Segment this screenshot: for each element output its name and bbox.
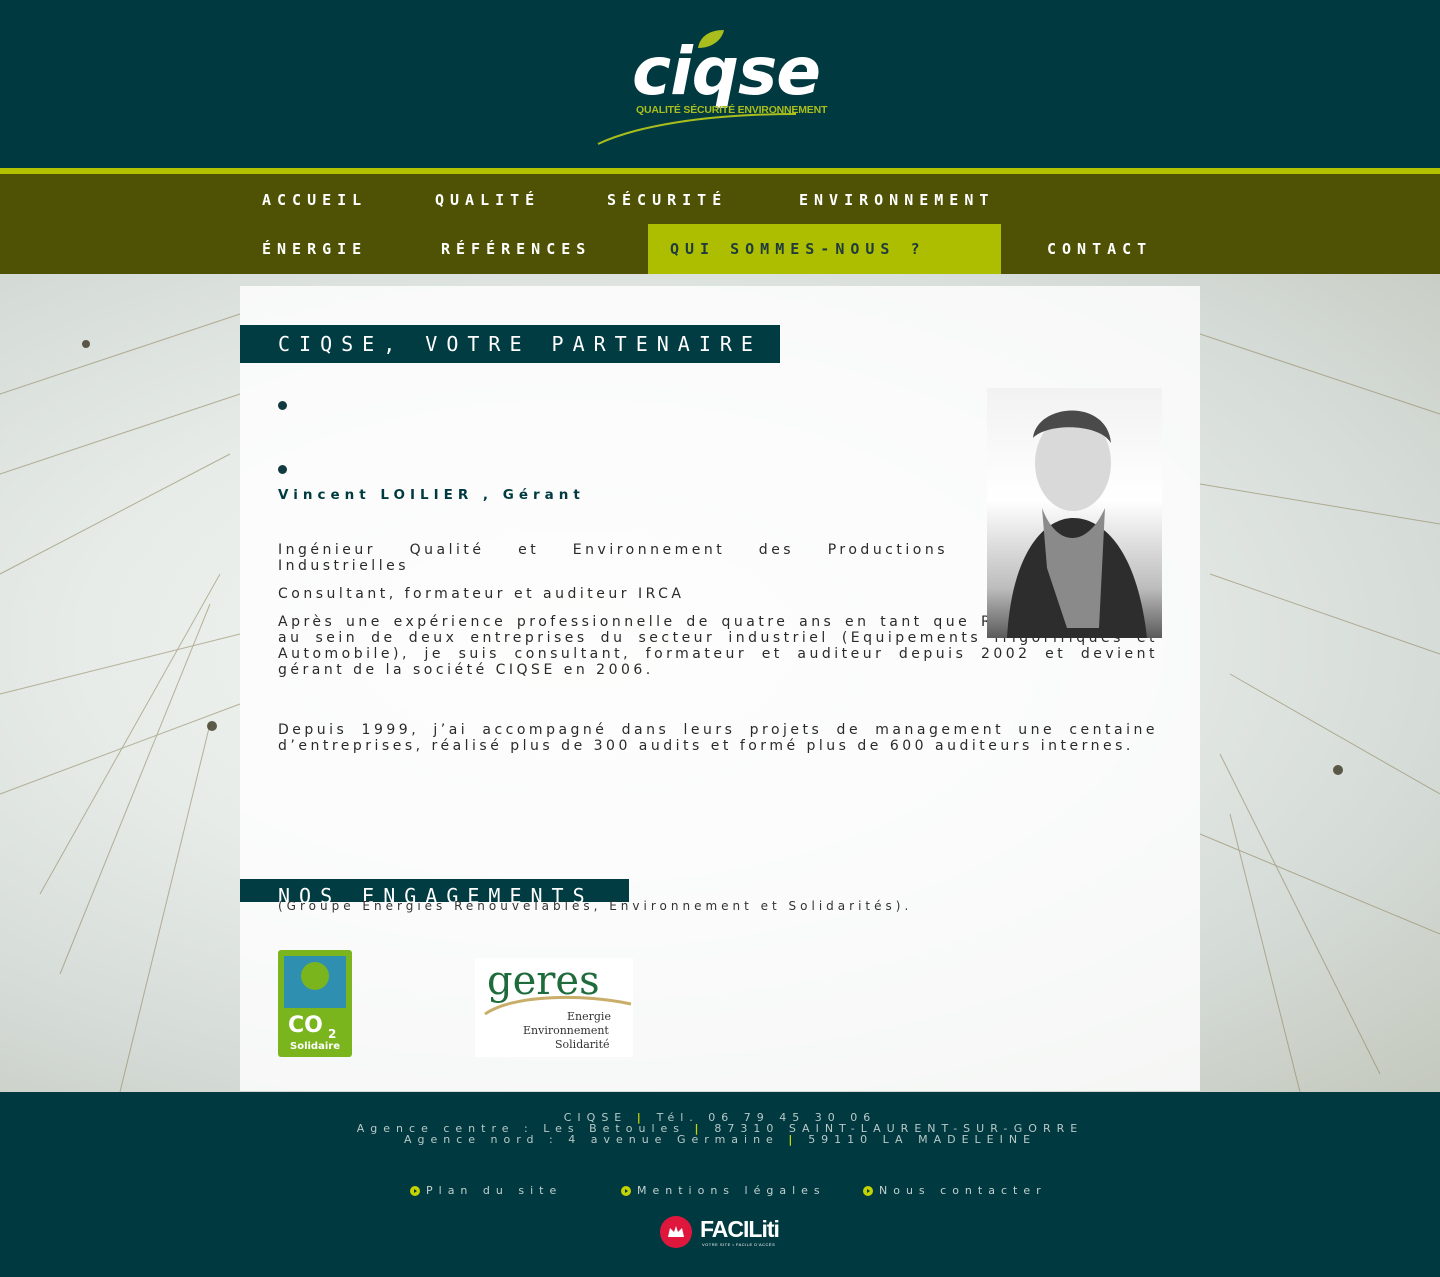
bullet-2: [278, 465, 287, 474]
nav-qui-sommes-nous[interactable]: QUI SOMMES-NOUS ?: [648, 224, 1001, 274]
co2-solidaire-logo[interactable]: CO 2 Solidaire: [278, 950, 352, 1057]
main-navigation: ACCUEIL QUALITÉ SÉCURITÉ ENVIRONNEMENT É…: [0, 174, 1440, 274]
arrow-bullet-icon: [621, 1186, 631, 1196]
solidaire-text: Solidaire: [290, 1041, 340, 1052]
site-footer: CIQSE | Tél. 06 79 45 30 06 Agence centr…: [0, 1092, 1440, 1277]
person-name: Vincent LOILIER , Gérant: [278, 487, 585, 503]
footer-link-label: Plan du site: [426, 1184, 563, 1197]
nav-environnement[interactable]: ENVIRONNEMENT: [799, 175, 994, 225]
geres-line1: Energie: [567, 1010, 611, 1023]
co2-subscript: 2: [328, 1027, 336, 1041]
paragraph-since-1999: Depuis 1999, j’ai accompagné dans leurs …: [278, 722, 1158, 754]
footer-line-3: Agence nord : 4 avenue Germaine | 59110 …: [0, 1134, 1440, 1145]
logo-wordmark: ciqse: [632, 33, 821, 110]
faciliti-badge[interactable]: FACILiti VOTRE SITE • FACILE D'ACCÈS: [660, 1214, 780, 1250]
nav-energie[interactable]: ÉNERGIE: [262, 224, 367, 274]
paragraph-title: Ingénieur Qualité et Environnement des P…: [278, 542, 948, 574]
footer-link-label: Nous contacter: [879, 1184, 1047, 1197]
footer-link-plan-du-site[interactable]: Plan du site: [410, 1184, 562, 1198]
section-title-partenaire: CIQSE, VOTRE PARTENAIRE: [240, 325, 780, 363]
content-panel: CIQSE, VOTRE PARTENAIRE Vincent LOILIER …: [240, 286, 1200, 1091]
footer-link-nous-contacter[interactable]: Nous contacter: [863, 1184, 1047, 1198]
logo-swoosh: [597, 113, 797, 145]
footer-agence-nord: Agence nord : 4 avenue Germaine: [403, 1133, 779, 1146]
nav-qualite[interactable]: QUALITÉ: [435, 175, 540, 225]
paragraph-role: Consultant, formateur et auditeur IRCA: [278, 586, 685, 602]
geres-line2: Environnement: [523, 1024, 609, 1037]
geres-logo[interactable]: geres Energie Environnement Solidarité: [475, 958, 633, 1057]
footer-agence-nord-city: 59110 LA MADELEINE: [808, 1133, 1037, 1146]
nav-accueil[interactable]: ACCUEIL: [262, 175, 367, 225]
co2-text: CO: [288, 1013, 323, 1038]
portrait-photo: [987, 388, 1162, 638]
ciqse-logo[interactable]: ciqse QUALITÉ SÉCURITÉ ENVIRONNEMENT: [596, 28, 846, 148]
nav-references[interactable]: RÉFÉRENCES: [441, 224, 591, 274]
footer-link-label: Mentions légales: [637, 1184, 826, 1197]
bullet-1: [278, 401, 287, 410]
commitments-note: (Groupe Energies Renouvelables, Environn…: [278, 899, 913, 913]
footer-separator: |: [788, 1133, 809, 1146]
faciliti-tagline: VOTRE SITE • FACILE D'ACCÈS: [702, 1242, 776, 1247]
crown-icon: [660, 1216, 692, 1248]
faciliti-label: FACILiti: [700, 1216, 780, 1242]
nav-securite[interactable]: SÉCURITÉ: [607, 175, 727, 225]
arrow-bullet-icon: [410, 1186, 420, 1196]
nav-contact[interactable]: CONTACT: [1047, 224, 1152, 274]
arrow-bullet-icon: [863, 1186, 873, 1196]
site-header: ciqse QUALITÉ SÉCURITÉ ENVIRONNEMENT: [0, 0, 1440, 168]
geres-line3: Solidarité: [555, 1038, 610, 1051]
footer-link-mentions-legales[interactable]: Mentions légales: [621, 1184, 826, 1198]
